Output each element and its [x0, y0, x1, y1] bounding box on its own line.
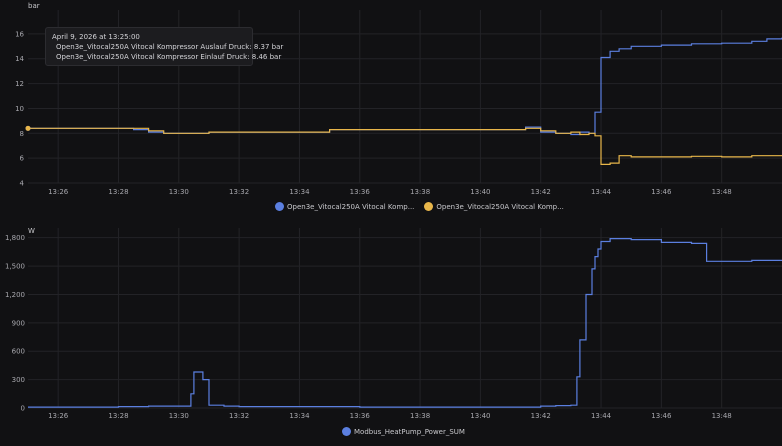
x-tick-label: 13:26: [48, 412, 69, 420]
x-tick-label: 13:40: [470, 412, 490, 420]
x-tick-label: 13:34: [289, 188, 310, 196]
x-tick-label: 13:36: [350, 188, 371, 196]
tooltip-row-einlauf: Open3e_Vitocal250A Vitocal Kompressor Ei…: [52, 52, 281, 62]
x-tick-label: 13:44: [591, 188, 612, 196]
y-tick-label: 6: [20, 155, 25, 163]
dashboard: 13:26 13:28 13:30 13:32 13:34 13:36 13:38 13:40…: [0, 0, 782, 442]
legend-item-power[interactable]: Modbus_HeatPump_Power_SUM: [342, 427, 465, 436]
legend-item-einlauf[interactable]: Open3e_Vitocal250A Vitocal Komp...: [424, 202, 564, 211]
tooltip-line-auslauf: Open3e_Vitocal250A Vitocal Kompressor Au…: [56, 43, 284, 51]
legend-item-auslauf[interactable]: Open3e_Vitocal250A Vitocal Komp...: [275, 202, 414, 211]
y-tick-label: 900: [12, 319, 25, 327]
y-tick-label: 12: [15, 80, 24, 88]
x-tick-label: 13:34: [289, 412, 310, 420]
chart-tooltip: April 9, 2026 at 13:25:00 Open3e_Vitocal…: [45, 27, 283, 66]
y-axis-unit-label: W: [28, 227, 35, 235]
tooltip-row-auslauf: Open3e_Vitocal250A Vitocal Kompressor Au…: [52, 42, 283, 52]
tooltip-title: April 9, 2026 at 13:25:00: [52, 33, 140, 41]
x-tick-label: 13:48: [712, 412, 732, 420]
x-tick-label: 13:46: [651, 188, 672, 196]
y-tick-label: 600: [12, 348, 25, 356]
x-tick-label: 13:38: [410, 412, 430, 420]
y-tick-label: 8: [20, 130, 24, 138]
legend-dot-icon: [275, 202, 284, 211]
x-tick-label: 13:32: [229, 188, 249, 196]
y-tick-label: 10: [15, 105, 24, 113]
legend-dot-icon: [424, 202, 434, 211]
x-tick-label: 13:46: [651, 412, 672, 420]
y-tick-label: 1,200: [5, 291, 25, 299]
x-tick-label: 13:28: [108, 412, 128, 420]
x-tick-label: 13:30: [169, 412, 189, 420]
x-tick-label: 13:42: [531, 188, 551, 196]
x-tick-label: 13:26: [48, 188, 69, 196]
y-tick-label: 4: [20, 180, 25, 188]
hover-point-1: [25, 125, 31, 131]
x-tick-label: 13:48: [712, 188, 732, 196]
x-tick-label: 13:36: [350, 412, 371, 420]
dashboard-charts: 13:26 13:28 13:30 13:32 13:34 13:36 13:38 13:40…: [5, 2, 782, 420]
x-tick-label: 13:32: [229, 412, 249, 420]
legend-pressure: Open3e_Vitocal250A Vitocal Komp... Open3…: [275, 202, 564, 211]
y-tick-label: 14: [15, 55, 24, 63]
y-tick-label: 0: [21, 405, 25, 413]
y-tick-label: 300: [12, 376, 25, 384]
x-tick-label: 13:40: [470, 188, 490, 196]
y-tick-label: 16: [15, 30, 24, 38]
y-tick-label: 1,500: [5, 263, 25, 271]
y-axis-unit-label: bar: [28, 2, 40, 10]
x-tick-label: 13:38: [410, 188, 430, 196]
legend-power: Modbus_HeatPump_Power_SUM: [342, 427, 465, 436]
x-tick-label: 13:30: [169, 188, 189, 196]
legend-label: Modbus_HeatPump_Power_SUM: [354, 427, 465, 436]
legend-label: Open3e_Vitocal250A Vitocal Komp...: [436, 202, 564, 211]
y-tick-label: 1,800: [5, 234, 25, 242]
legend-dot-icon: [342, 427, 351, 436]
tooltip-line-einlauf: Open3e_Vitocal250A Vitocal Kompressor Ei…: [56, 53, 282, 61]
x-tick-label: 13:28: [108, 188, 128, 196]
x-tick-label: 13:42: [531, 412, 551, 420]
legend-label: Open3e_Vitocal250A Vitocal Komp...: [287, 202, 415, 211]
x-tick-label: 13:44: [591, 412, 612, 420]
